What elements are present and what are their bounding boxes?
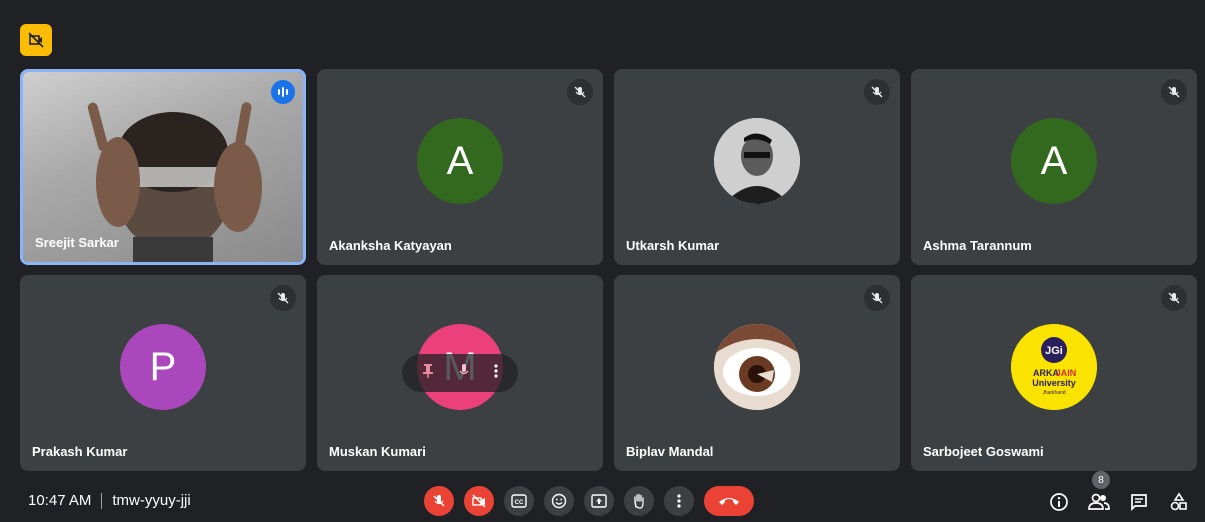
- svg-text:University: University: [1032, 378, 1076, 388]
- chat-button[interactable]: [1127, 490, 1151, 514]
- present-screen-button[interactable]: [584, 486, 614, 516]
- people-icon: [1088, 493, 1110, 510]
- mic-off-icon: [433, 495, 445, 507]
- participant-name: Akanksha Katyayan: [329, 238, 452, 253]
- mic-off-icon: [567, 79, 593, 105]
- participant-name: Sreejit Sarkar: [35, 235, 119, 250]
- avatar: A: [417, 118, 503, 204]
- participant-tile[interactable]: Utkarsh Kumar: [614, 69, 900, 265]
- mic-off-icon: [1161, 285, 1187, 311]
- mute-participant-icon[interactable]: [457, 363, 471, 384]
- svg-text:JAIN: JAIN: [1056, 368, 1077, 378]
- divider: [101, 492, 103, 509]
- mic-off-icon: [1161, 79, 1187, 105]
- participant-name: Ashma Tarannum: [923, 238, 1032, 253]
- chat-icon: [1131, 494, 1147, 512]
- emoji-icon: [551, 493, 567, 509]
- avatar: JGi ARKA JAIN University Jharkhand: [1011, 324, 1097, 410]
- participant-name: Biplav Mandal: [626, 444, 714, 459]
- info-icon: [1050, 493, 1068, 511]
- more-options-button[interactable]: [664, 486, 694, 516]
- videocam-off-icon: [472, 494, 486, 508]
- meeting-code: tmw-yyuy-jji: [112, 492, 191, 509]
- leave-call-button[interactable]: [704, 486, 754, 516]
- mic-off-icon: [270, 285, 296, 311]
- participant-tile[interactable]: A Akanksha Katyayan: [317, 69, 603, 265]
- participant-name: Prakash Kumar: [32, 444, 128, 459]
- captions-button[interactable]: CC: [504, 486, 534, 516]
- participant-tile[interactable]: P Prakash Kumar: [20, 275, 306, 471]
- avatar: A: [1011, 118, 1097, 204]
- more-options-icon[interactable]: [493, 363, 499, 384]
- mic-off-icon: [864, 285, 890, 311]
- participant-count-badge: 8: [1092, 471, 1110, 489]
- meeting-time: 10:47 AM: [28, 492, 92, 509]
- mic-off-icon: [864, 79, 890, 105]
- participant-tile[interactable]: Sreejit Sarkar: [20, 69, 306, 265]
- svg-text:Jharkhand: Jharkhand: [1042, 390, 1066, 396]
- people-button[interactable]: 8: [1087, 471, 1111, 514]
- svg-text:CC: CC: [515, 500, 524, 506]
- participant-grid: Sreejit Sarkar A Akanksha Katyayan Utkar…: [20, 69, 1197, 471]
- activities-button[interactable]: [1167, 490, 1191, 514]
- bottom-bar: 10:47 AM tmw-yyuy-jji CC 8: [0, 471, 1205, 522]
- side-panel-controls: 8: [1047, 471, 1191, 514]
- avatar: P: [120, 324, 206, 410]
- raise-hand-button[interactable]: [624, 486, 654, 516]
- meeting-info: 10:47 AM tmw-yyuy-jji: [28, 492, 191, 509]
- call-end-icon: [719, 498, 739, 505]
- camera-toggle-button[interactable]: [464, 486, 494, 516]
- svg-text:JGi: JGi: [1045, 345, 1063, 357]
- participant-name: Utkarsh Kumar: [626, 238, 720, 253]
- present-icon: [591, 494, 607, 508]
- participant-name: Muskan Kumari: [329, 444, 426, 459]
- more-vert-icon: [677, 494, 681, 508]
- hand-icon: [634, 493, 644, 509]
- participant-video: [23, 72, 303, 262]
- recording-badge[interactable]: [20, 24, 52, 56]
- meeting-details-button[interactable]: [1047, 490, 1071, 514]
- call-controls: CC: [424, 486, 754, 516]
- tile-hover-controls: [402, 354, 518, 392]
- emoji-reaction-button[interactable]: [544, 486, 574, 516]
- shapes-icon: [1170, 492, 1187, 511]
- participant-tile[interactable]: A Ashma Tarannum: [911, 69, 1197, 265]
- pin-icon[interactable]: [421, 363, 435, 384]
- mic-toggle-button[interactable]: [424, 486, 454, 516]
- videocam-off-icon: [28, 32, 44, 48]
- participant-tile[interactable]: Biplav Mandal: [614, 275, 900, 471]
- avatar: [714, 324, 800, 410]
- avatar: [714, 118, 800, 204]
- participant-tile[interactable]: M Muskan Kumari: [317, 275, 603, 471]
- captions-icon: CC: [511, 494, 527, 508]
- university-logo: JGi ARKA JAIN University Jharkhand: [1011, 324, 1097, 410]
- participant-tile[interactable]: JGi ARKA JAIN University Jharkhand Sarbo…: [911, 275, 1197, 471]
- speaking-indicator-icon: [271, 80, 295, 104]
- participant-name: Sarbojeet Goswami: [923, 444, 1044, 459]
